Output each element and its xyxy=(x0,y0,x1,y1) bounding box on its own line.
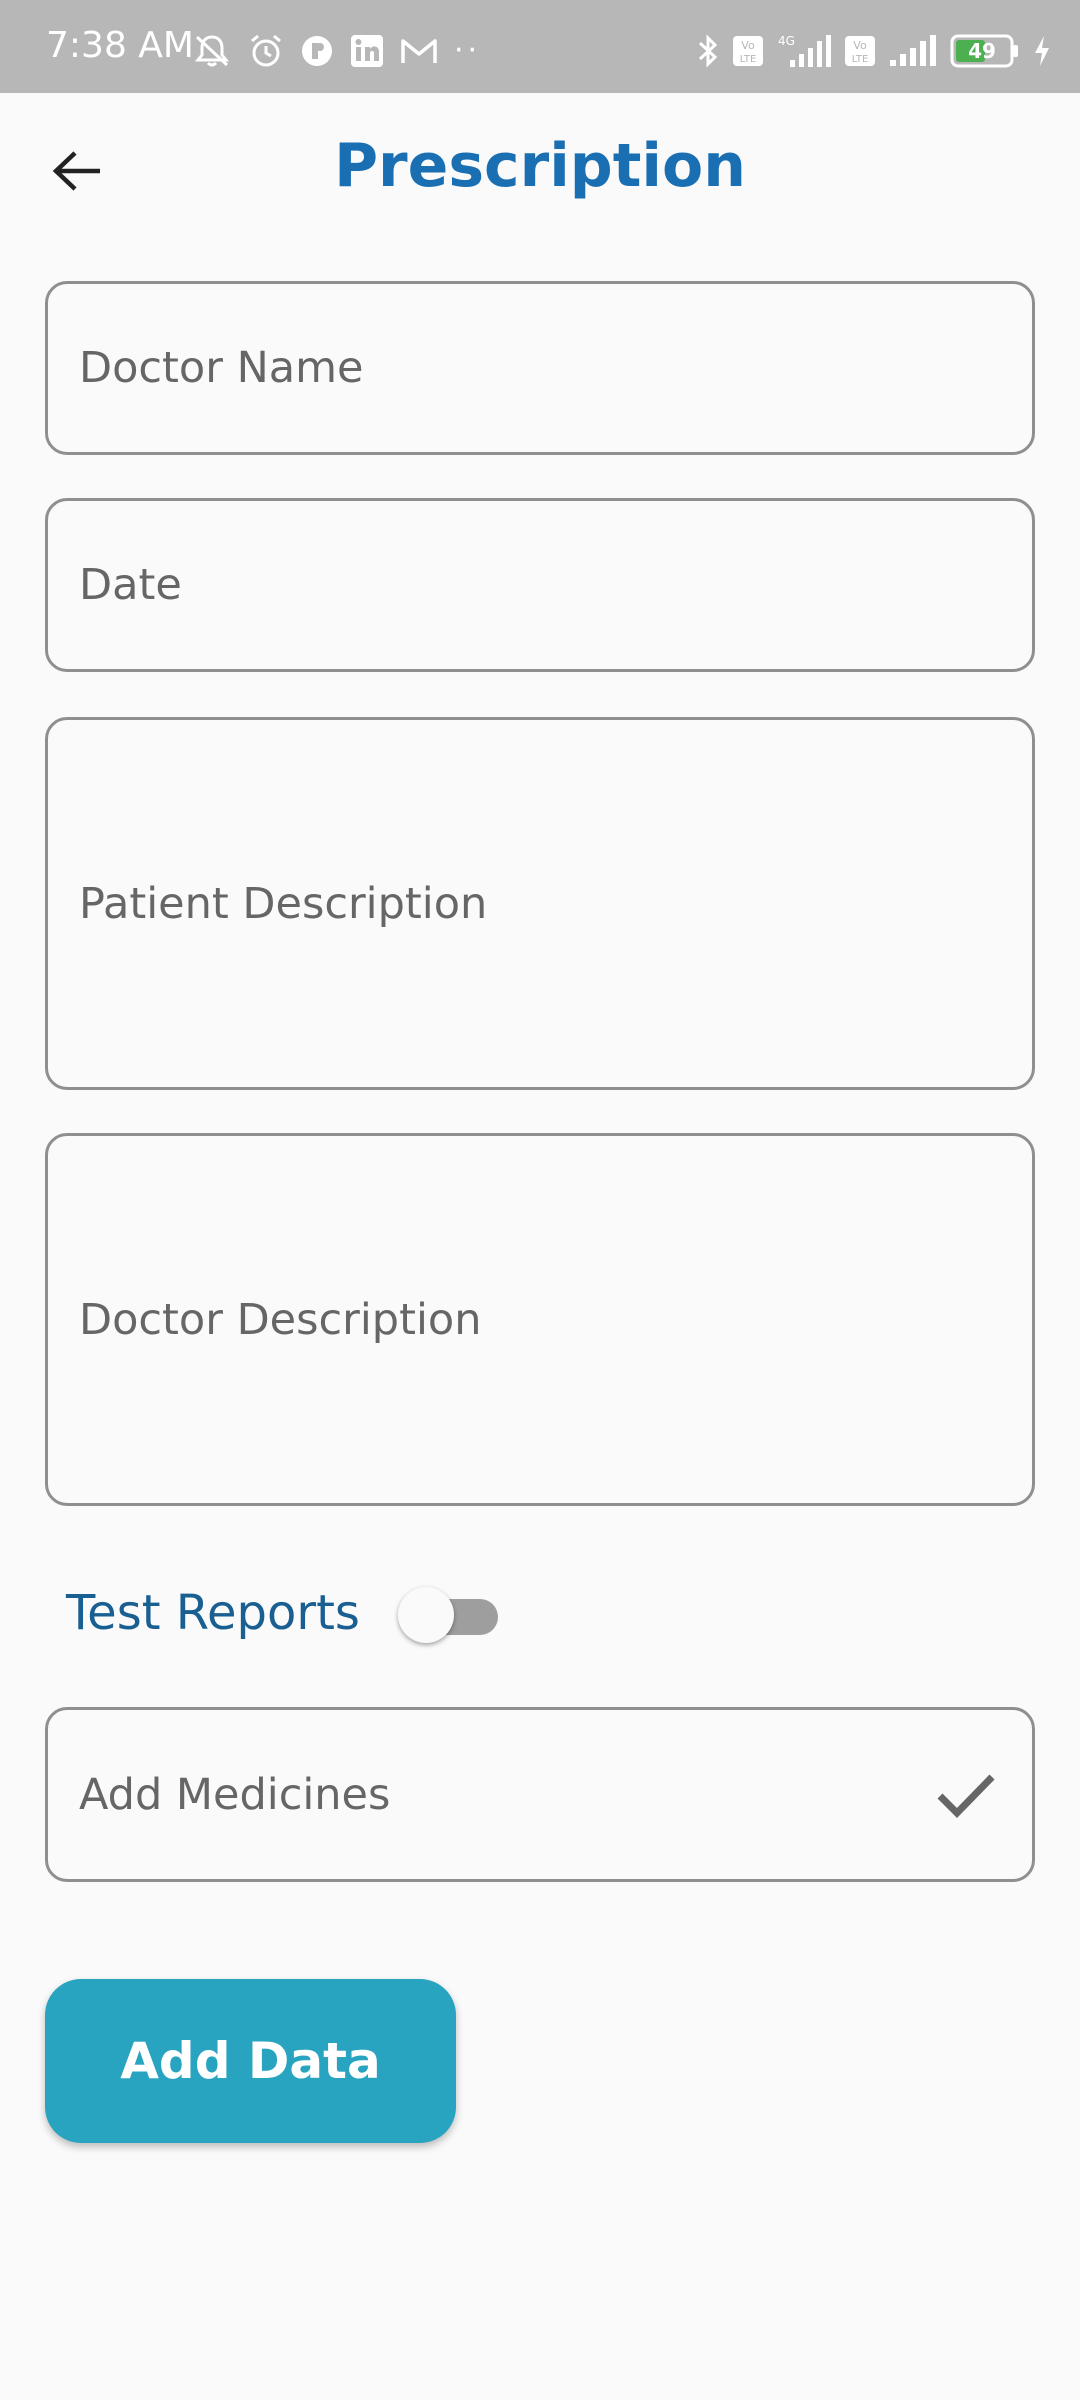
volte-icon: Vo LTE xyxy=(844,35,876,67)
patient-description-label: Patient Description xyxy=(79,878,488,929)
signal-4g-icon: 4G xyxy=(776,33,832,69)
test-reports-label: Test Reports xyxy=(66,1585,360,1641)
system-icons: Vo LTE 4G Vo LTE 49 xyxy=(696,34,1052,68)
app-notification-icon xyxy=(300,34,334,68)
doctor-name-field[interactable]: Doctor Name xyxy=(45,281,1035,455)
bluetooth-icon xyxy=(696,33,720,69)
more-notifications-icon: ·· xyxy=(454,33,482,68)
doctor-name-label: Doctor Name xyxy=(79,343,364,393)
svg-text:LTE: LTE xyxy=(740,54,757,65)
page-title: Prescription xyxy=(334,131,746,201)
gmail-icon xyxy=(400,36,438,66)
linkedin-icon xyxy=(350,34,384,68)
alarm-icon xyxy=(248,33,284,69)
svg-text:Vo: Vo xyxy=(853,39,867,52)
doctor-description-label: Doctor Description xyxy=(79,1294,482,1345)
battery-icon: 49 xyxy=(950,34,1020,68)
test-reports-row: Test Reports xyxy=(66,1580,500,1646)
status-time: 7:38 AM xyxy=(46,25,194,66)
add-medicines-label: Add Medicines xyxy=(79,1769,391,1820)
check-icon xyxy=(937,1774,995,1818)
date-field[interactable]: Date xyxy=(45,498,1035,672)
svg-text:4G: 4G xyxy=(778,34,795,48)
doctor-description-field[interactable]: Doctor Description xyxy=(45,1133,1035,1506)
muted-bell-icon xyxy=(192,33,232,69)
volte-icon: Vo LTE xyxy=(732,35,764,67)
toggle-thumb xyxy=(397,1587,454,1643)
add-medicines-field[interactable]: Add Medicines xyxy=(45,1707,1035,1882)
patient-description-field[interactable]: Patient Description xyxy=(45,717,1035,1090)
signal-icon xyxy=(888,34,938,68)
notification-icons: ·· xyxy=(192,34,481,68)
date-label: Date xyxy=(79,560,182,610)
svg-text:Vo: Vo xyxy=(741,39,755,52)
charging-icon xyxy=(1032,34,1052,68)
status-bar: 7:38 AM ·· Vo LTE 4G Vo LTE 49 xyxy=(0,0,1080,93)
test-reports-toggle[interactable] xyxy=(397,1583,500,1643)
app-bar: Prescription xyxy=(0,93,1080,248)
svg-text:LTE: LTE xyxy=(852,54,869,65)
prescription-screen: 7:38 AM ·· Vo LTE 4G Vo LTE 49 Prescript… xyxy=(0,0,1080,2400)
battery-level: 49 xyxy=(968,39,996,63)
add-data-button[interactable]: Add Data xyxy=(45,1979,456,2143)
